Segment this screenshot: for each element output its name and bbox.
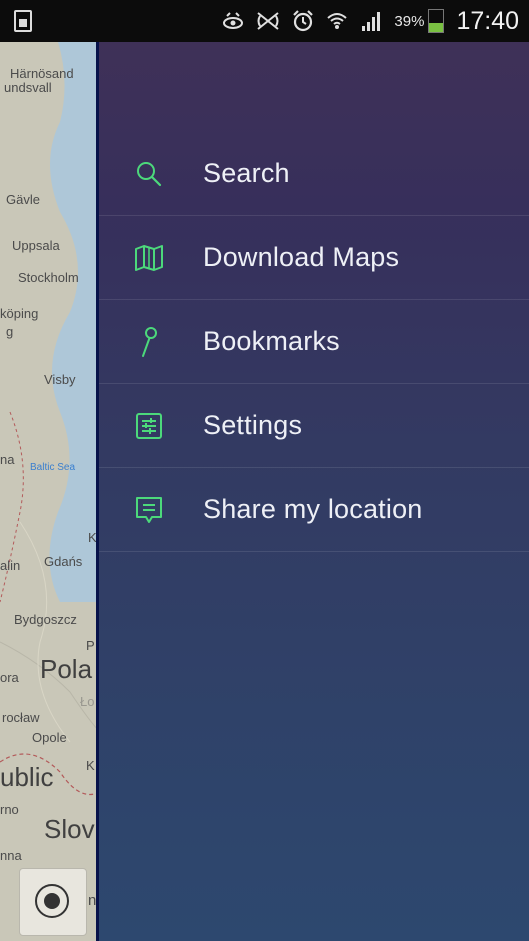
menu-item-label: Download Maps [203,242,400,272]
signal-icon [360,10,382,32]
map-label: Gävle [6,192,40,207]
map-label: ublic [0,762,54,792]
map-label: rocław [2,710,40,725]
map-label: Gdańs [44,554,83,569]
map-label: Bydgoszcz [14,612,77,627]
menu-item-label: Bookmarks [203,326,340,356]
status-time: 17:40 [456,6,519,35]
map-label: köping [0,306,39,321]
search-icon [133,158,165,190]
map-label: Opole [32,730,67,745]
map-label: K [86,758,95,773]
map-label: nna [0,848,22,863]
map-label: Ło [80,694,95,709]
map-label: alin [0,558,21,573]
menu-item-bookmarks[interactable]: Bookmarks [99,300,529,383]
map-label: na [0,452,15,467]
divider [99,551,529,552]
menu-item-label: Settings [203,410,303,440]
menu-item-label: Search [203,158,290,188]
menu-item-download-maps[interactable]: Download Maps [99,216,529,299]
my-location-button[interactable] [19,868,87,936]
map-label: g [6,324,14,339]
map-label-sea: Baltic Sea [30,462,76,473]
map-label: Uppsala [12,238,60,253]
share-location-icon [133,494,165,526]
map-label: Slov [44,814,95,844]
pin-icon [133,326,165,358]
map-label: ora [0,670,19,685]
map-label: Visby [44,372,76,387]
settings-sliders-icon [133,410,165,442]
status-bar: 39% 17:40 [0,0,529,42]
menu-item-settings[interactable]: Settings [99,384,529,467]
map-label: Pola [40,654,93,684]
battery-percent: 39% [394,12,425,30]
battery-icon [428,9,445,33]
map-label: P [86,638,95,653]
alarm-icon [292,10,314,32]
menu-item-share-my-location[interactable]: Share my location [99,468,529,551]
map-view[interactable]: Härnösand undsvall Gävle Uppsala Stockho… [0,42,100,941]
map-label: Stockholm [18,270,79,285]
map-label: undsvall [4,80,52,95]
map-icon [133,242,165,274]
map-label: Härnösand [10,66,74,81]
nfc-icon [256,10,280,32]
menu-item-search[interactable]: Search [99,132,529,215]
navigation-drawer: Search Download Maps Bookmarks Settings … [99,42,529,941]
wifi-icon [326,10,348,32]
drawer-menu: Search Download Maps Bookmarks Settings … [99,132,529,552]
menu-item-label: Share my location [203,494,423,524]
sim-card-icon [14,10,32,32]
map-label: rno [0,802,19,817]
screen: 39% 17:40 Härnösand undsvall Gävle Uppsa… [0,0,529,941]
eye-icon [222,12,244,30]
